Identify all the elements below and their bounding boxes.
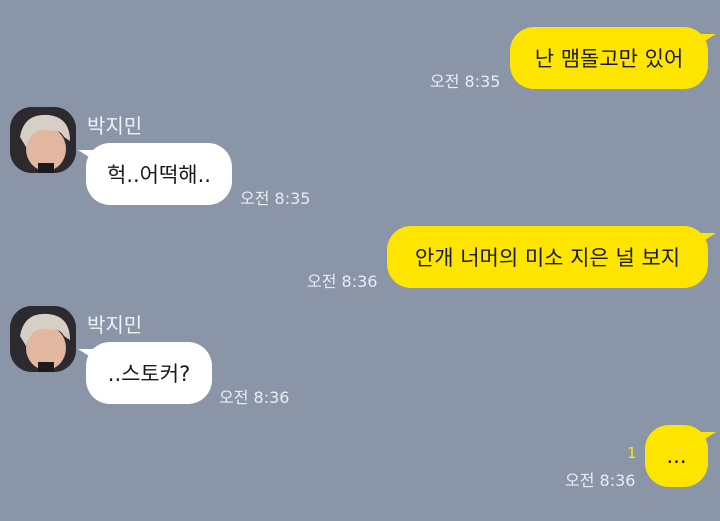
bubble-tail xyxy=(78,349,94,359)
sender-name: 박지민 xyxy=(87,313,143,337)
message-text: ... xyxy=(666,444,687,468)
bubble-tail xyxy=(700,233,716,243)
message-text: 난 맴돌고만 있어 xyxy=(534,47,684,71)
message-time: 오전 8:35 xyxy=(430,72,501,91)
message-time: 오전 8:36 xyxy=(565,471,636,490)
message-time: 오전 8:36 xyxy=(307,272,378,291)
bubble-tail xyxy=(700,34,716,44)
message-bubble[interactable]: ... xyxy=(645,425,708,487)
message-bubble[interactable]: 헉..어떡해.. xyxy=(86,143,232,205)
avatar[interactable] xyxy=(10,306,76,372)
message-bubble[interactable]: 난 맴돌고만 있어 xyxy=(510,27,708,89)
bubble-tail xyxy=(78,150,94,160)
unread-count: 1 xyxy=(627,444,637,462)
message-bubble[interactable]: 안개 너머의 미소 지은 널 보지 xyxy=(387,226,708,288)
message-text: 헉..어떡해.. xyxy=(107,163,211,187)
message-bubble[interactable]: ..스토커? xyxy=(86,342,212,404)
profile-photo-icon xyxy=(10,107,76,173)
message-time: 오전 8:35 xyxy=(240,189,311,208)
avatar[interactable] xyxy=(10,107,76,173)
bubble-tail xyxy=(700,432,716,442)
message-text: 안개 너머의 미소 지은 널 보지 xyxy=(414,246,681,270)
sender-name: 박지민 xyxy=(87,114,143,138)
profile-photo-icon xyxy=(10,306,76,372)
message-text: ..스토커? xyxy=(107,362,191,386)
message-time: 오전 8:36 xyxy=(219,388,290,407)
